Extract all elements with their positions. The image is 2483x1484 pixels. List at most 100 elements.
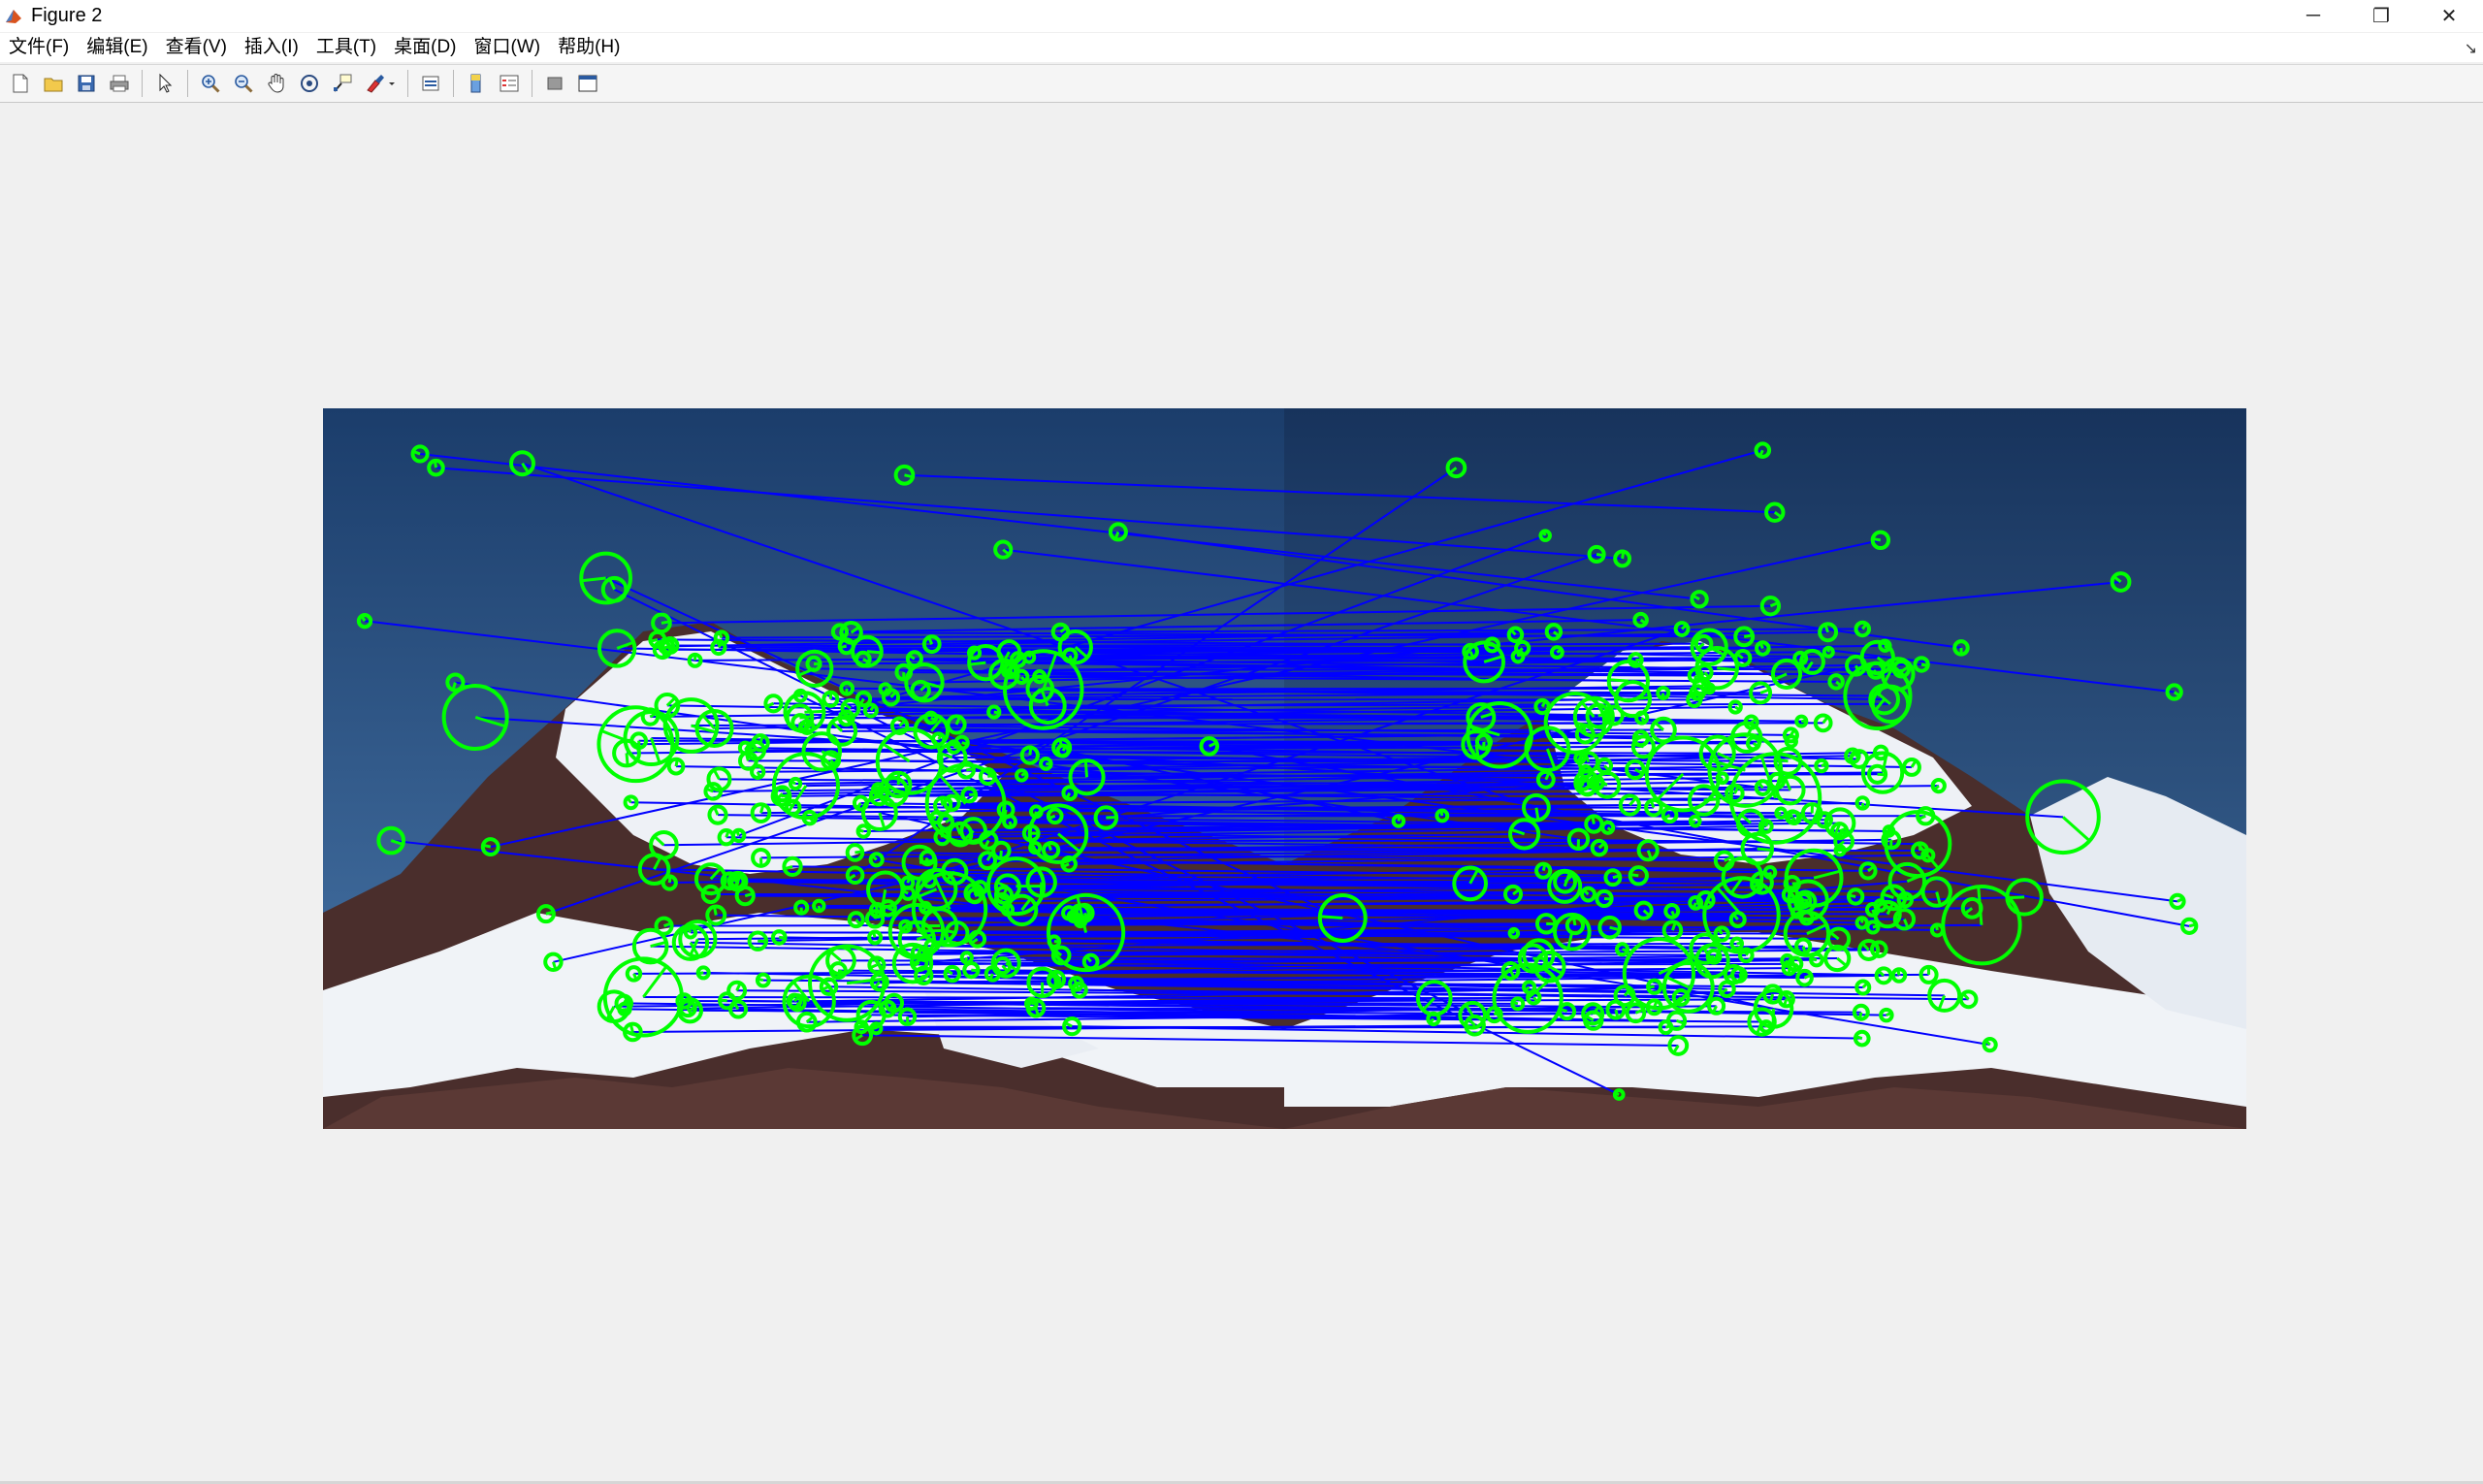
open-file-icon	[44, 78, 63, 92]
keypoint-orientation	[712, 906, 718, 916]
keypoint-orientation	[1031, 1001, 1037, 1006]
keypoint-orientation	[1586, 780, 1598, 785]
keypoint-orientation	[1854, 1035, 1863, 1041]
link-plot-icon	[422, 76, 439, 91]
keypoint-orientation	[804, 709, 824, 714]
keypoint-orientation	[993, 710, 1000, 715]
keypoint-orientation	[1027, 652, 1033, 659]
keypoint-orientation	[813, 661, 821, 666]
keypoint-orientation	[1397, 816, 1402, 822]
keypoint-orientation	[1596, 552, 1604, 558]
hide-plot-tools-button[interactable]	[540, 69, 569, 98]
data-cursor-button[interactable]	[328, 69, 357, 98]
new-figure-button[interactable]	[6, 69, 35, 98]
keypoint-orientation	[1582, 726, 1587, 735]
feature-matching-image[interactable]	[323, 408, 2246, 1129]
menu-bar: 文件(F) 编辑(E) 查看(V) 插入(I) 工具(T) 桌面(D) 窗口(W…	[0, 33, 2483, 62]
menu-desktop[interactable]: 桌面(D)	[385, 33, 465, 62]
keypoint-orientation	[661, 620, 670, 625]
menu-dock-arrow-icon[interactable]: ↘	[2465, 39, 2477, 58]
window-controls: ─ ❐ ✕	[2279, 0, 2483, 32]
menu-insert[interactable]: 插入(I)	[236, 33, 307, 62]
keypoint-orientation	[1661, 693, 1665, 699]
toolbar-separator	[187, 70, 188, 97]
minimize-button[interactable]: ─	[2279, 0, 2347, 32]
menu-window[interactable]: 窗口(W)	[466, 33, 550, 62]
rotate-3d-button[interactable]	[295, 69, 324, 98]
match-line	[643, 995, 1529, 1000]
keypoint-orientation	[906, 877, 912, 884]
keypoint-orientation	[1647, 984, 1655, 989]
keypoint-orientation	[781, 793, 790, 798]
keypoint-orientation	[1485, 642, 1493, 647]
keypoint-orientation	[1003, 809, 1008, 818]
toolbar-separator	[142, 70, 143, 97]
link-plot-button[interactable]	[416, 69, 445, 98]
keypoint-orientation	[1083, 760, 1089, 778]
keypoint-orientation	[1872, 924, 1879, 929]
keypoint-orientation	[1848, 893, 1856, 898]
keypoint-orientation	[482, 843, 492, 849]
keypoint-orientation	[871, 931, 877, 938]
menu-tools[interactable]: 工具(T)	[307, 33, 385, 62]
edit-plot-button[interactable]	[150, 69, 179, 98]
keypoint-orientation	[1775, 758, 1789, 763]
keypoint-orientation	[930, 943, 937, 948]
insert-colorbar-button[interactable]	[462, 69, 491, 98]
keypoint-orientation	[1801, 946, 1807, 953]
keypoint-orientation	[1886, 1011, 1892, 1016]
keypoint-orientation	[1591, 816, 1596, 824]
menu-file[interactable]: 文件(F)	[0, 33, 78, 62]
save-button[interactable]	[72, 69, 101, 98]
rotate-3d-icon	[301, 75, 318, 92]
legend-icon	[500, 75, 519, 92]
new-figure-icon	[13, 74, 28, 93]
keypoint-orientation	[1319, 915, 1343, 920]
menu-view[interactable]: 查看(V)	[157, 33, 236, 62]
pan-hand-icon	[268, 74, 284, 93]
pan-button[interactable]	[262, 69, 291, 98]
keypoint-orientation	[1572, 917, 1577, 926]
keypoint-orientation	[1858, 1012, 1863, 1019]
title-bar[interactable]: Figure 2 ─ ❐ ✕	[0, 0, 2483, 32]
insert-legend-button[interactable]	[495, 69, 524, 98]
keypoint-orientation	[966, 767, 975, 772]
hide-plot-tools-icon	[547, 77, 563, 90]
keypoint-orientation	[1835, 848, 1841, 853]
menu-edit[interactable]: 编辑(E)	[78, 33, 156, 62]
close-button[interactable]: ✕	[2415, 0, 2483, 32]
print-icon	[110, 75, 129, 92]
restore-button[interactable]: ❐	[2347, 0, 2415, 32]
keypoint-orientation	[1690, 820, 1696, 824]
keypoint-orientation	[1008, 821, 1014, 828]
keypoint-orientation	[1614, 1009, 1620, 1018]
keypoint-orientation	[1614, 1091, 1620, 1096]
keypoint-orientation	[1541, 531, 1547, 536]
keypoint-orientation	[1743, 633, 1754, 638]
print-button[interactable]	[105, 69, 134, 98]
keypoint-orientation	[718, 631, 724, 639]
open-file-button[interactable]	[39, 69, 68, 98]
keypoint-orientation	[971, 968, 979, 973]
show-plot-tools-button[interactable]	[573, 69, 602, 98]
keypoint-orientation	[961, 741, 968, 746]
keypoint-orientation	[790, 780, 796, 786]
matlab-logo-icon	[6, 9, 21, 23]
keypoint-orientation	[1512, 1000, 1519, 1006]
keypoint-orientation	[735, 829, 741, 836]
keypoint-orientation	[1783, 998, 1789, 1007]
keypoint-orientation	[1053, 971, 1058, 981]
keypoint-orientation	[729, 878, 738, 883]
keypoint-orientation	[779, 935, 786, 940]
brush-button[interactable]	[361, 69, 400, 98]
keypoint-orientation	[629, 1023, 634, 1033]
keypoint-orientation	[1736, 941, 1743, 946]
keypoint-orientation	[904, 473, 914, 479]
zoom-out-button[interactable]	[229, 69, 258, 98]
keypoint-orientation	[667, 876, 672, 884]
show-plot-tools-icon	[578, 75, 597, 92]
menu-help[interactable]: 帮助(H)	[549, 33, 629, 62]
zoom-in-button[interactable]	[196, 69, 225, 98]
keypoint-orientation	[887, 1007, 895, 1013]
figure-toolbar	[0, 64, 2483, 103]
